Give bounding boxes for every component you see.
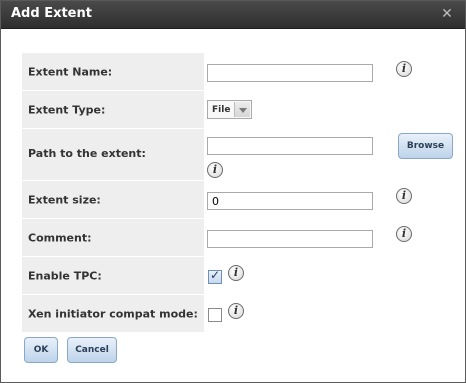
add-extent-dialog: Add Extent ✕ Extent Name: i Extent Type:… [0, 0, 466, 383]
extent-type-selected: File [212, 105, 231, 115]
path-label: Path to the extent: [22, 129, 204, 181]
info-icon[interactable]: i [396, 188, 412, 204]
ok-button[interactable]: OK [24, 337, 58, 363]
close-icon[interactable]: ✕ [439, 6, 455, 22]
extent-size-input[interactable] [207, 192, 373, 210]
xen-compat-label: Xen initiator compat mode: [22, 295, 204, 333]
path-input[interactable] [207, 137, 373, 155]
cancel-button[interactable]: Cancel [67, 337, 117, 363]
chevron-down-icon[interactable] [234, 102, 250, 117]
extent-name-input[interactable] [207, 64, 373, 82]
enable-tpc-checkbox[interactable] [208, 268, 222, 284]
info-icon[interactable]: i [228, 303, 244, 319]
dialog-titlebar[interactable]: Add Extent ✕ [1, 1, 465, 29]
dialog-content: Extent Name: i Extent Type: File Path to… [4, 30, 462, 380]
enable-tpc-label: Enable TPC: [22, 257, 204, 295]
info-icon[interactable]: i [207, 162, 223, 178]
dialog-title: Add Extent [11, 6, 92, 21]
extent-size-label: Extent size: [22, 181, 204, 219]
extent-name-label: Extent Name: [22, 53, 204, 91]
extent-type-select[interactable]: File [207, 100, 252, 119]
comment-label: Comment: [22, 219, 204, 257]
xen-compat-checkbox[interactable] [208, 308, 222, 322]
info-icon[interactable]: i [396, 61, 412, 77]
info-icon[interactable]: i [396, 226, 412, 242]
extent-type-label: Extent Type: [22, 91, 204, 129]
info-icon[interactable]: i [228, 265, 244, 281]
browse-button[interactable]: Browse [398, 133, 453, 159]
comment-input[interactable] [207, 230, 373, 248]
